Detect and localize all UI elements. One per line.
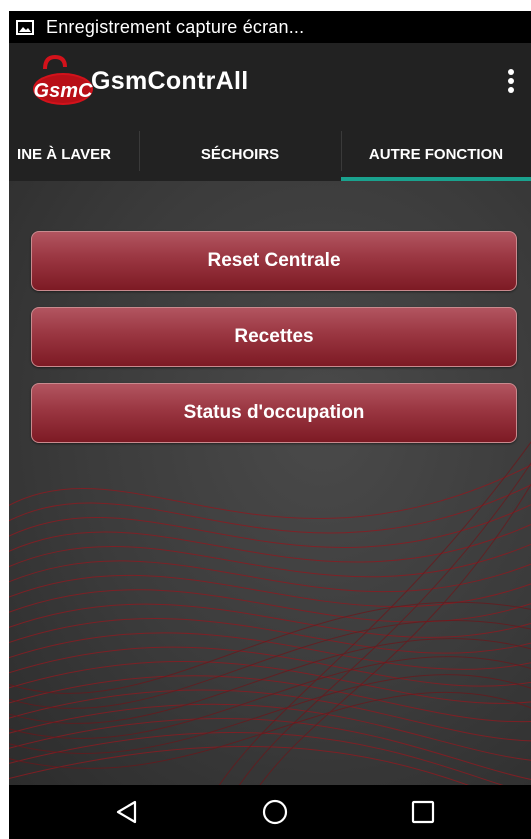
- more-vert-icon[interactable]: [505, 67, 517, 97]
- tab-autre-fonction[interactable]: AUTRE FONCTION: [341, 127, 531, 181]
- tab-machine-a-laver[interactable]: INE À LAVER: [9, 127, 139, 181]
- tab-sechoirs[interactable]: SÉCHOIRS: [139, 127, 341, 181]
- navigation-bar: [9, 785, 531, 839]
- screenshot-notification-icon: [16, 19, 34, 35]
- content-area: Reset Centrale Recettes Status d'occupat…: [9, 181, 531, 785]
- back-button[interactable]: [87, 785, 167, 839]
- recettes-button[interactable]: Recettes: [31, 307, 517, 367]
- status-text: Enregistrement capture écran...: [46, 16, 305, 37]
- tab-label: SÉCHOIRS: [200, 145, 280, 163]
- status-bar: Enregistrement capture écran...: [9, 11, 531, 43]
- home-circle-icon: [262, 799, 288, 825]
- tab-label: INE À LAVER: [17, 145, 111, 163]
- logo-text: GsmC: [34, 80, 93, 102]
- app-title: GsmContrAll: [91, 67, 249, 95]
- tab-label: AUTRE FONCTION: [368, 145, 504, 163]
- recents-button[interactable]: [383, 785, 463, 839]
- tab-bar: INE À LAVER SÉCHOIRS AUTRE FONCTION: [9, 127, 531, 181]
- phone-screen: Enregistrement capture écran... GsmC Gsm…: [9, 11, 531, 839]
- action-bar: GsmC GsmContrAll: [9, 43, 531, 127]
- status-occupation-button[interactable]: Status d'occupation: [31, 383, 517, 443]
- recents-square-icon: [411, 800, 435, 824]
- reset-centrale-button[interactable]: Reset Centrale: [31, 231, 517, 291]
- home-button[interactable]: [235, 785, 315, 839]
- back-triangle-icon: [116, 800, 137, 824]
